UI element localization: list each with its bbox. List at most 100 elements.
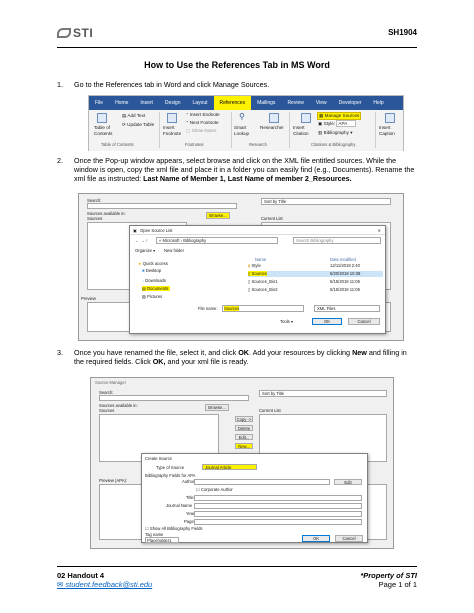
col-name[interactable]: Name	[255, 257, 266, 262]
journal-name-label: Journal Name	[166, 503, 193, 508]
open-source-list-dialog: ▣ Open Source List ✕ ← → ↑ « Microsoft ›…	[129, 225, 386, 334]
nav-quick-access[interactable]: ★ Quick access	[138, 261, 168, 266]
smart-lookup-icon: ⚲	[239, 112, 245, 121]
edit-author-button[interactable]: Edit	[334, 479, 362, 485]
smart-lookup-button[interactable]: Smart Lookup	[234, 125, 258, 137]
table-of-contents-button[interactable]: Table of Contents	[94, 125, 120, 137]
tab-developer[interactable]: Developer	[333, 96, 368, 110]
step-3: 3. Once you have renamed the file, selec…	[57, 348, 417, 368]
type-of-source-value: Journal Article	[205, 465, 232, 470]
nav-arrows-icon[interactable]: ← → ↑	[135, 238, 148, 243]
search-input[interactable]	[99, 395, 249, 401]
researcher-button[interactable]: Researcher	[260, 125, 284, 131]
address-bar[interactable]: « Microsoft › Bibliography	[156, 237, 278, 244]
title-label: Title	[186, 495, 194, 500]
email-text: student.feedback@sti.edu	[65, 580, 153, 589]
show-notes-button[interactable]: ▢ Show Notes	[186, 128, 216, 134]
dialog-search-input[interactable]: Search Bibliography	[293, 237, 381, 244]
browse-button[interactable]: Browse...	[206, 212, 230, 219]
insert-caption-button[interactable]: Insert Caption	[379, 125, 403, 137]
file-type-select[interactable]: XML Files	[314, 305, 380, 312]
file-name-label: File name:	[198, 306, 218, 311]
tab-file[interactable]: File	[89, 96, 109, 110]
type-of-source-select[interactable]: Journal Article	[202, 464, 257, 470]
ribbon-separator	[231, 112, 232, 148]
file-row-selected[interactable]: ▯ Sources	[248, 271, 383, 277]
author-input[interactable]	[194, 479, 330, 485]
bibliography-button[interactable]: ▥ Bibliography ▾	[318, 130, 353, 136]
current-list-label: Current List	[261, 216, 283, 221]
manage-sources-button[interactable]: ▦ Manage Sources	[317, 112, 362, 120]
property-label: *Property of STI	[360, 571, 417, 580]
sort-select[interactable]: Sort by Title	[261, 198, 391, 205]
insert-endnote-button[interactable]: ⁺ Insert Endnote	[186, 112, 220, 118]
organize-button[interactable]: Organize ▾	[135, 248, 155, 253]
update-table-button[interactable]: ⟳ Update Table	[122, 122, 154, 128]
delete-button[interactable]: Delete	[235, 425, 253, 431]
tag-name-input[interactable]: Placeholder1	[145, 537, 179, 543]
search-input[interactable]	[87, 203, 237, 209]
step-text: Go to the References tab in Word and cli…	[74, 80, 270, 89]
group-label: Table of Contents	[101, 142, 134, 147]
file-name-value: Sources	[224, 306, 240, 311]
sort-select[interactable]: Sort by Title	[259, 390, 387, 397]
browse-button[interactable]: Browse...	[205, 404, 229, 411]
ok-button[interactable]: OK	[302, 535, 330, 542]
show-all-fields-checkbox[interactable]: ☐ Show All Bibliography Fields	[145, 526, 203, 531]
tab-references[interactable]: References	[213, 96, 252, 110]
tab-mailings[interactable]: Mailings	[251, 96, 281, 110]
pages-input[interactable]	[194, 519, 362, 525]
cancel-button[interactable]: Cancel	[335, 535, 363, 542]
col-date[interactable]: Date modified	[330, 257, 356, 262]
file-name-input[interactable]: Sources	[222, 305, 304, 312]
title-input[interactable]	[194, 495, 362, 501]
nav-label: Desktop	[145, 268, 162, 273]
sources-value: Sources	[99, 408, 115, 413]
nav-pictures[interactable]: ▧ Pictures	[142, 294, 162, 299]
tab-layout[interactable]: Layout	[187, 96, 214, 110]
ok-button[interactable]: OK	[312, 318, 342, 325]
insert-citation-button[interactable]: Insert Citation	[293, 125, 315, 137]
preview-label: Preview (APA):	[99, 478, 128, 483]
corporate-author-checkbox[interactable]: ☐ Corporate Author	[196, 487, 233, 492]
add-text-button[interactable]: ▤ Add Text	[122, 113, 145, 119]
close-icon[interactable]: ✕	[377, 228, 381, 233]
tab-help[interactable]: Help	[367, 96, 389, 110]
file-row[interactable]: ▯ Sources_Bio2	[248, 287, 278, 292]
create-source-screenshot: Source Manager Search: Sort by Title Sou…	[90, 377, 394, 549]
tab-view[interactable]: View	[310, 96, 333, 110]
nav-documents[interactable]: ▤ Documents	[142, 286, 171, 291]
next-footnote-button[interactable]: ⁺ Next Footnote	[186, 120, 219, 126]
style-select[interactable]: ▣ Style: APA	[318, 120, 357, 127]
journal-name-input[interactable]	[194, 503, 362, 509]
new-source-button[interactable]: New...	[235, 443, 253, 449]
step-number: 1.	[57, 80, 63, 89]
file-name: Sources_Bio2	[251, 287, 278, 292]
tab-design[interactable]: Design	[159, 96, 187, 110]
tab-review[interactable]: Review	[281, 96, 309, 110]
copy-button[interactable]: Copy ->	[235, 416, 253, 422]
preview-label: Preview	[81, 296, 96, 301]
dialog-title: Open Source List	[140, 228, 173, 233]
nav-downloads[interactable]: ↓ Downloads	[142, 278, 166, 283]
step-2: 2. Once the Pop-up window appears, selec…	[57, 156, 417, 186]
tab-home[interactable]: Home	[109, 96, 134, 110]
tools-button[interactable]: Tools ▾	[280, 319, 293, 324]
nav-label: Documents	[147, 286, 169, 291]
nav-label: Downloads	[145, 278, 166, 283]
ribbon-separator	[289, 112, 290, 148]
file-row[interactable]: ▮ Style	[248, 263, 261, 268]
nav-desktop[interactable]: ■ Desktop	[142, 268, 161, 273]
insert-footnote-button[interactable]: Insert Footnote	[163, 125, 183, 137]
feedback-email-link[interactable]: ✉ student.feedback@sti.edu	[57, 580, 152, 589]
edit-button[interactable]: Edit...	[235, 434, 253, 440]
new-folder-button[interactable]: New folder	[164, 248, 184, 253]
step-text: Once you have renamed the file, select i…	[74, 348, 407, 366]
cancel-button[interactable]: Cancel	[348, 318, 380, 325]
tab-insert[interactable]: Insert	[134, 96, 159, 110]
file-row[interactable]: ▯ Sources_Bio1	[248, 279, 278, 284]
sort-value: Sort by Title	[262, 391, 285, 396]
dialog-title: Create Source	[145, 456, 172, 461]
file-name: Style	[251, 263, 261, 268]
year-input[interactable]	[194, 511, 362, 517]
